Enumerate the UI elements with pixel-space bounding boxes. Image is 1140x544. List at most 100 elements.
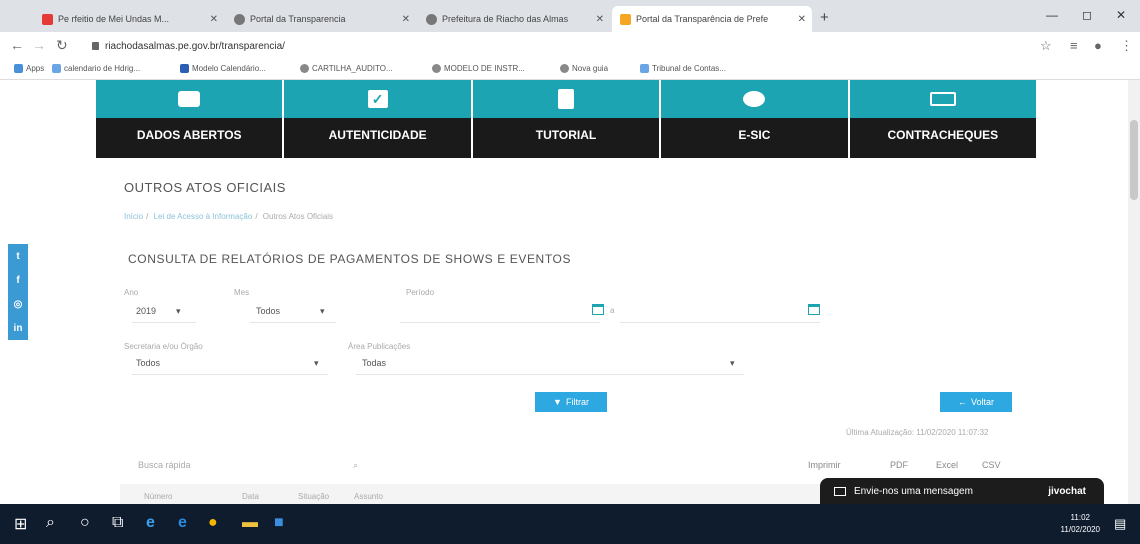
bookmark-item[interactable]: CARTILHA_AUDITO... (300, 64, 393, 73)
back-button[interactable]: ← Voltar (940, 392, 1012, 412)
csv-button[interactable]: CSV (982, 460, 1001, 470)
globe-icon (432, 64, 441, 73)
column-data[interactable]: Data (242, 492, 259, 501)
cortana-icon[interactable]: ○ (80, 514, 90, 532)
internet-explorer-icon[interactable]: e (178, 514, 187, 532)
print-button[interactable]: Imprimir (808, 460, 841, 470)
periodo-start-field[interactable] (400, 322, 600, 323)
section-title: CONSULTA DE RELATÓRIOS DE PAGAMENTOS DE … (128, 252, 572, 266)
bookmark-item[interactable]: MODELO DE INSTR... (432, 64, 525, 73)
chrome-icon[interactable]: ● (208, 514, 218, 532)
column-assunto[interactable]: Assunto (354, 492, 383, 501)
close-icon[interactable]: ✕ (210, 14, 218, 25)
close-icon[interactable]: ✕ (798, 14, 806, 25)
tile-dados-abertos[interactable]: DADOS ABERTOS (96, 80, 285, 158)
column-numero[interactable]: Número (144, 492, 172, 501)
chevron-down-icon[interactable]: ▾ (176, 306, 181, 317)
address-bar[interactable]: riachodasalmas.pe.gov.br/transparencia/ (92, 36, 852, 56)
close-icon[interactable]: ✕ (402, 14, 410, 25)
browser-tab-4-active[interactable]: Portal da Transparência de Prefe ✕ (612, 6, 812, 32)
mes-select[interactable]: Todos (256, 306, 280, 316)
bookmark-item[interactable]: Tribunal de Contas... (640, 64, 726, 73)
bookmark-icon (640, 64, 649, 73)
twitter-icon[interactable]: t (16, 251, 19, 262)
back-arrow-icon: ← (957, 397, 967, 407)
windows-start-icon[interactable]: ⊞ (14, 514, 27, 534)
back-arrow-icon[interactable]: ← (10, 37, 24, 53)
pdf-button[interactable]: PDF (890, 460, 908, 470)
reload-icon[interactable]: ↻ (56, 37, 68, 54)
bookmark-apps[interactable]: Apps (14, 64, 44, 73)
area-select[interactable]: Todas (362, 358, 386, 368)
scrollbar-thumb[interactable] (1130, 120, 1138, 200)
facebook-icon[interactable]: f (16, 275, 19, 286)
tile-tutorial[interactable]: TUTORIAL (472, 80, 662, 158)
star-icon[interactable]: ☆ (1040, 38, 1052, 54)
forward-arrow-icon[interactable]: → (32, 37, 46, 53)
mes-label: Mes (234, 288, 250, 297)
quick-search-input[interactable]: Busca rápida ⌕ (138, 460, 358, 471)
periodo-label: Período (406, 288, 435, 297)
site-icon (620, 13, 631, 25)
secretaria-select[interactable]: Todos (136, 358, 160, 368)
system-clock[interactable]: 11:02 11/02/2020 (1061, 512, 1100, 536)
file-explorer-icon[interactable]: ▬ (242, 514, 258, 532)
tab-title: Portal da Transparência de Prefe (636, 14, 769, 24)
linkedin-icon[interactable]: in (14, 323, 23, 334)
bookmark-item[interactable]: Modelo Calendário... (180, 64, 266, 73)
page-scrollbar[interactable] (1128, 80, 1140, 504)
browser-tab-3[interactable]: Prefeitura de Riacho das Almas ✕ (418, 6, 610, 32)
minimize-icon[interactable]: — (1046, 8, 1058, 22)
task-view-icon[interactable]: ⧉ (112, 514, 123, 532)
bookmark-icon (180, 64, 189, 73)
store-icon[interactable]: ■ (274, 514, 284, 532)
bookmark-item[interactable]: calendario de Hdrig... (52, 64, 140, 73)
envelope-icon (834, 486, 846, 496)
new-tab-icon[interactable]: + (820, 9, 829, 26)
breadcrumb-inicio[interactable]: Início (124, 212, 143, 221)
close-icon[interactable]: ✕ (596, 14, 604, 25)
tile-autenticidade[interactable]: ✓ AUTENTICIDADE (284, 80, 473, 158)
tile-label: TUTORIAL (535, 128, 597, 142)
menu-icon[interactable]: ⋮ (1120, 38, 1133, 54)
tab-title: Pe rfeitio de Mei Undas M... (58, 14, 170, 24)
excel-button[interactable]: Excel (936, 460, 958, 470)
breadcrumb-lai[interactable]: Lei de Acesso à Informação (154, 212, 253, 221)
calendar-icon[interactable] (808, 304, 820, 315)
search-placeholder: Busca rápida (138, 460, 191, 470)
periodo-end-field[interactable] (620, 322, 820, 323)
browser-tab-2[interactable]: Portal da Transparencia ✕ (226, 6, 416, 32)
chat-widget[interactable]: Envie-nos uma mensagem jivochat (820, 478, 1104, 504)
column-situacao[interactable]: Situação (298, 492, 329, 501)
back-button-label: Voltar (970, 397, 994, 407)
ano-label: Ano (124, 288, 139, 297)
tile-contracheques[interactable]: CONTRACHEQUES (849, 80, 1037, 158)
chevron-down-icon[interactable]: ▾ (314, 358, 319, 369)
filter-button[interactable]: ▼ Filtrar (535, 392, 607, 412)
maximize-icon[interactable]: ◻ (1082, 8, 1092, 22)
instagram-icon[interactable]: ◎ (14, 299, 23, 310)
bookmark-label: Modelo Calendário... (192, 64, 266, 73)
lock-icon (92, 42, 99, 50)
bookmark-item[interactable]: Nova guia (560, 64, 608, 73)
search-icon[interactable]: ⌕ (46, 514, 55, 532)
tile-label: AUTENTICIDADE (328, 128, 427, 142)
globe-icon (426, 13, 437, 25)
chevron-down-icon[interactable]: ▾ (730, 358, 735, 369)
ano-select[interactable]: 2019 (136, 306, 156, 316)
notification-icon[interactable]: ▤ (1114, 516, 1126, 532)
tile-e-sic[interactable]: E-SIC (661, 80, 850, 158)
breadcrumb-current: Outros Atos Oficiais (262, 212, 334, 221)
profile-icon[interactable]: ● (1094, 38, 1102, 53)
edge-icon[interactable]: e (146, 514, 155, 532)
bookmark-label: Tribunal de Contas... (652, 64, 726, 73)
payslip-icon (929, 92, 956, 106)
calendar-icon[interactable] (592, 304, 604, 315)
chevron-down-icon[interactable]: ▾ (320, 306, 325, 317)
browser-tab-1[interactable]: Pe rfeitio de Mei Undas M... ✕ (34, 6, 224, 32)
window-close-icon[interactable]: ✕ (1116, 8, 1126, 22)
extension-icon[interactable]: ≡ (1070, 38, 1078, 53)
page-content: DADOS ABERTOS ✓ AUTENTICIDADE TUTORIAL E… (0, 80, 1128, 504)
clock-time: 11:02 (1070, 513, 1090, 522)
bookmark-label: Nova guia (572, 64, 609, 73)
